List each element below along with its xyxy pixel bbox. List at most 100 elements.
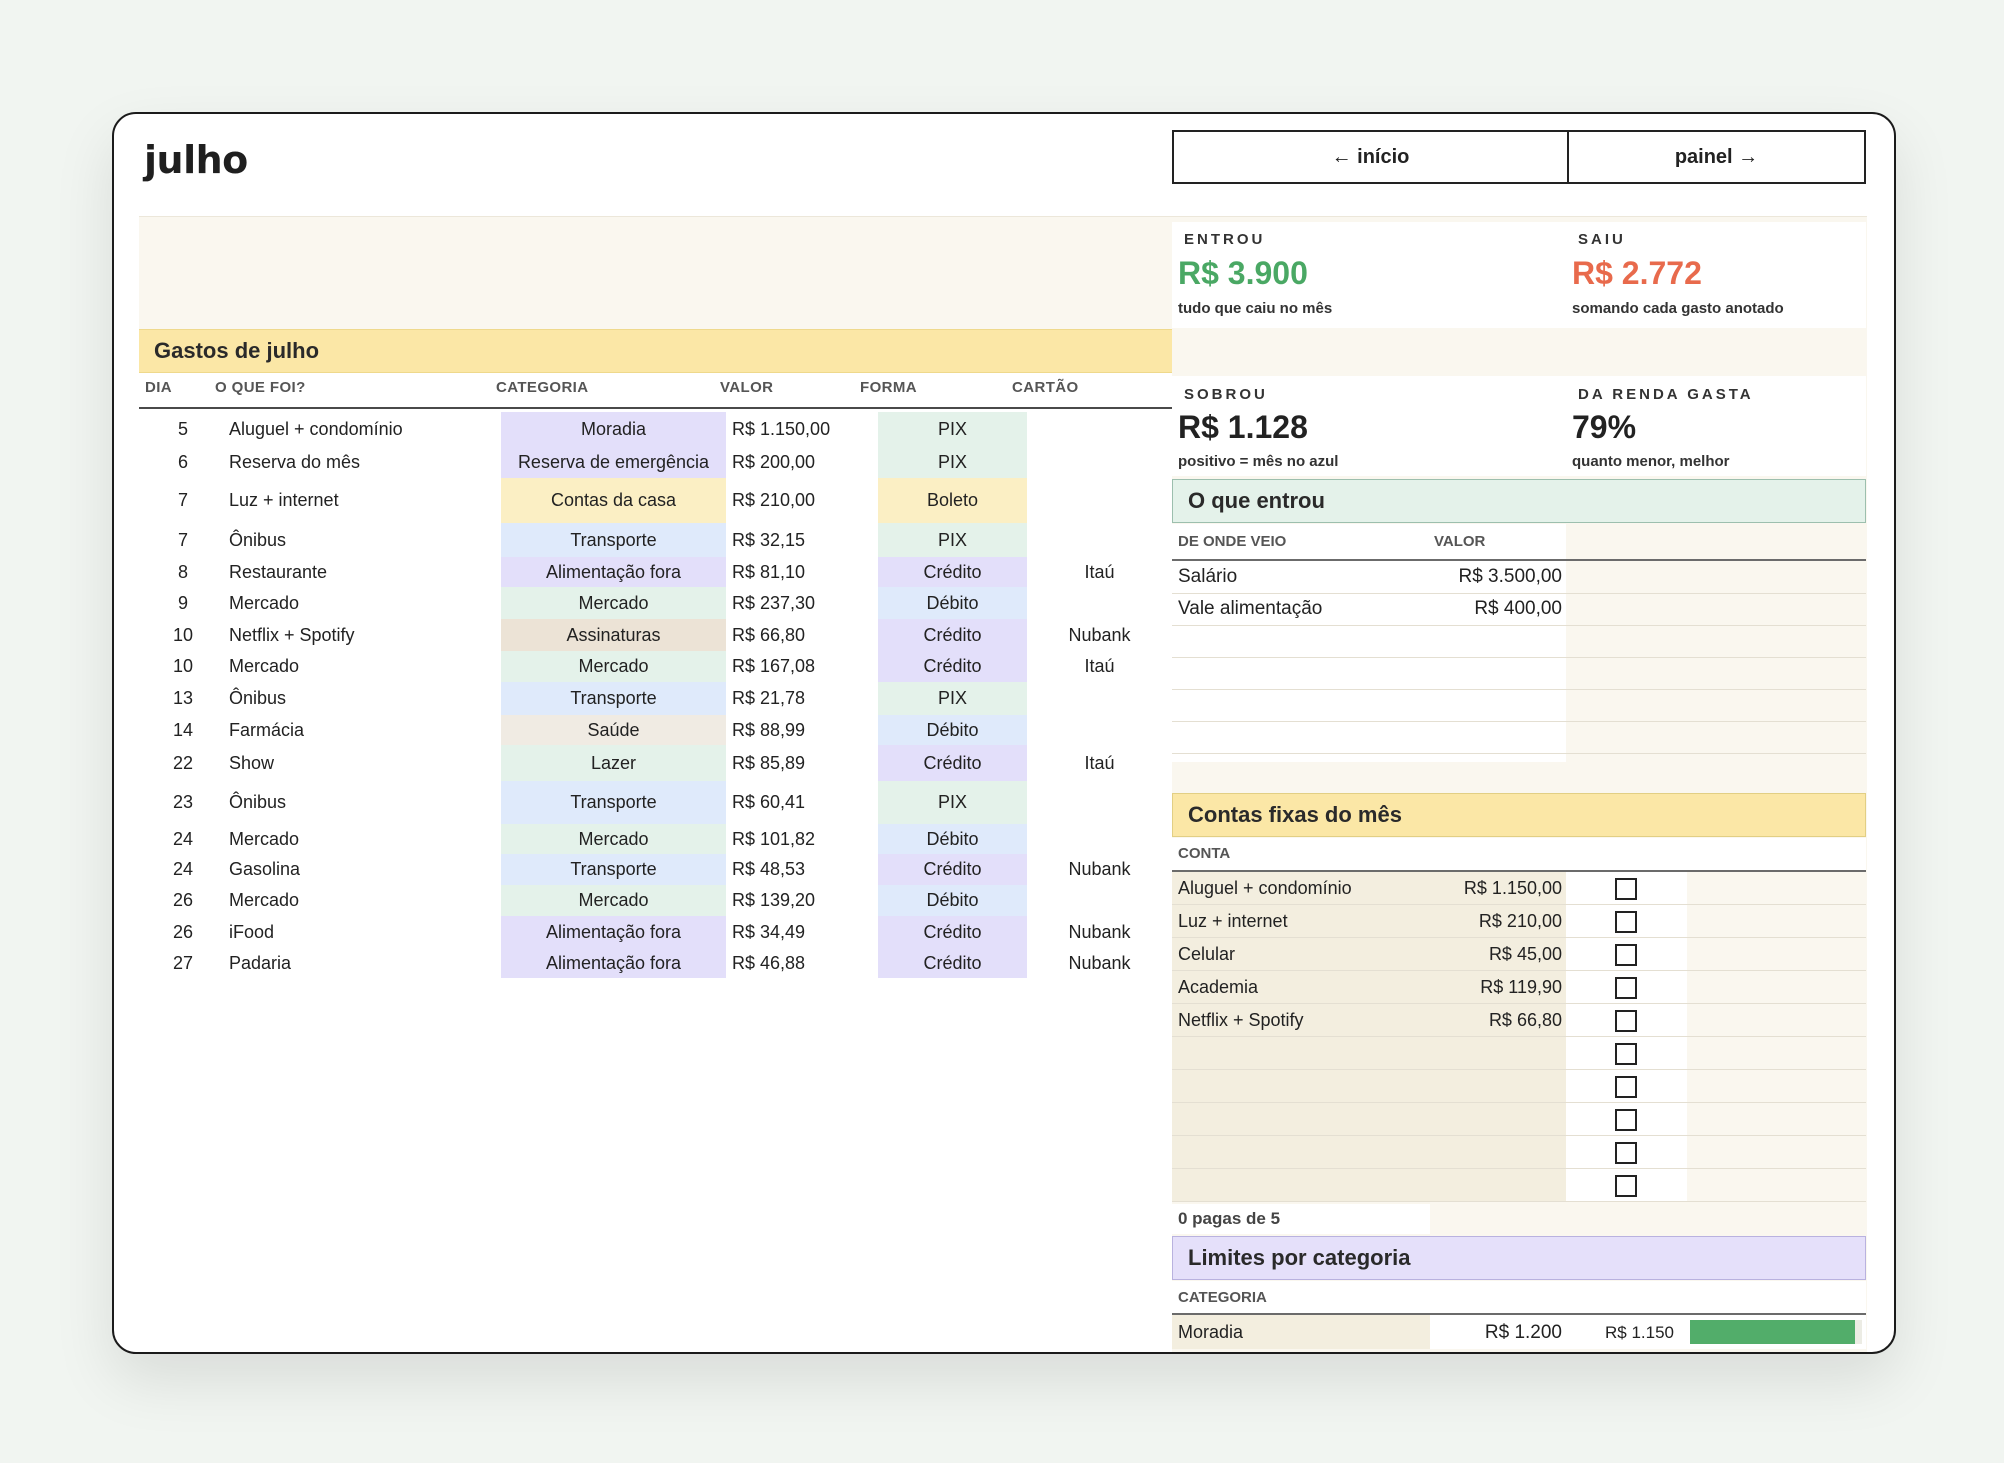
expense-form[interactable]: PIX xyxy=(878,523,1027,557)
paid-checkbox[interactable] xyxy=(1615,1175,1637,1197)
expense-category[interactable]: Transporte xyxy=(501,854,726,885)
expense-day[interactable]: 10 xyxy=(139,619,227,651)
expense-card[interactable] xyxy=(1027,523,1172,557)
paid-checkbox[interactable] xyxy=(1615,944,1637,966)
expense-card[interactable] xyxy=(1027,824,1172,854)
expense-form[interactable]: Boleto xyxy=(878,478,1027,523)
expense-value[interactable]: R$ 88,99 xyxy=(726,715,863,745)
paid-checkbox[interactable] xyxy=(1615,1043,1637,1065)
expense-description[interactable]: Padaria xyxy=(227,948,501,978)
fixed-bill-value[interactable]: R$ 210,00 xyxy=(1172,905,1562,938)
expense-value[interactable]: R$ 48,53 xyxy=(726,854,863,885)
expense-card[interactable] xyxy=(1027,682,1172,715)
expense-value[interactable]: R$ 1.150,00 xyxy=(726,412,863,447)
expense-category[interactable]: Mercado xyxy=(501,885,726,916)
expense-day[interactable]: 27 xyxy=(139,948,227,978)
expense-form[interactable]: Crédito xyxy=(878,557,1027,587)
expense-day[interactable]: 26 xyxy=(139,885,227,916)
paid-checkbox[interactable] xyxy=(1615,977,1637,999)
expense-category[interactable]: Transporte xyxy=(501,781,726,824)
expense-value[interactable]: R$ 139,20 xyxy=(726,885,863,916)
expense-card[interactable]: Nubank xyxy=(1027,619,1172,651)
expense-description[interactable]: Netflix + Spotify xyxy=(227,619,501,651)
expense-card[interactable] xyxy=(1027,781,1172,824)
expense-form[interactable]: PIX xyxy=(878,412,1027,447)
fixed-bill-value[interactable]: R$ 1.150,00 xyxy=(1172,872,1562,905)
expense-form[interactable]: Crédito xyxy=(878,651,1027,682)
expense-category[interactable]: Reserva de emergência xyxy=(501,447,726,478)
expense-category[interactable]: Mercado xyxy=(501,824,726,854)
expense-description[interactable]: Mercado xyxy=(227,587,501,619)
paid-checkbox[interactable] xyxy=(1615,1142,1637,1164)
expense-day[interactable]: 9 xyxy=(139,587,227,619)
expense-card[interactable] xyxy=(1027,447,1172,478)
expense-form[interactable]: Crédito xyxy=(878,916,1027,948)
expense-description[interactable]: Luz + internet xyxy=(227,478,501,523)
expense-value[interactable]: R$ 101,82 xyxy=(726,824,863,854)
expense-category[interactable]: Mercado xyxy=(501,587,726,619)
paid-checkbox[interactable] xyxy=(1615,1076,1637,1098)
expense-category[interactable]: Transporte xyxy=(501,523,726,557)
expense-description[interactable]: Farmácia xyxy=(227,715,501,745)
expense-form[interactable]: Débito xyxy=(878,715,1027,745)
expense-day[interactable]: 26 xyxy=(139,916,227,948)
limit-amount[interactable]: R$ 1.200 xyxy=(1430,1322,1562,1344)
expense-value[interactable]: R$ 85,89 xyxy=(726,745,863,781)
expense-category[interactable]: Alimentação fora xyxy=(501,557,726,587)
expense-category[interactable]: Alimentação fora xyxy=(501,948,726,978)
expense-day[interactable]: 14 xyxy=(139,715,227,745)
expense-card[interactable] xyxy=(1027,478,1172,523)
expense-card[interactable]: Itaú xyxy=(1027,557,1172,587)
expense-card[interactable]: Nubank xyxy=(1027,854,1172,885)
expense-card[interactable] xyxy=(1027,885,1172,916)
expense-form[interactable]: Crédito xyxy=(878,948,1027,978)
dashboard-button[interactable]: painel → xyxy=(1569,132,1864,182)
expense-value[interactable]: R$ 21,78 xyxy=(726,682,863,715)
expense-category[interactable]: Mercado xyxy=(501,651,726,682)
expense-value[interactable]: R$ 32,15 xyxy=(726,523,863,557)
expense-value[interactable]: R$ 210,00 xyxy=(726,478,863,523)
expense-form[interactable]: PIX xyxy=(878,447,1027,478)
fixed-bill-value[interactable]: R$ 66,80 xyxy=(1172,1004,1562,1037)
fixed-bill-value[interactable]: R$ 45,00 xyxy=(1172,938,1562,971)
expense-card[interactable]: Itaú xyxy=(1027,651,1172,682)
expense-form[interactable]: Débito xyxy=(878,824,1027,854)
paid-checkbox[interactable] xyxy=(1615,911,1637,933)
expense-day[interactable]: 24 xyxy=(139,824,227,854)
expense-description[interactable]: Mercado xyxy=(227,885,501,916)
expense-form[interactable]: Crédito xyxy=(878,619,1027,651)
paid-checkbox[interactable] xyxy=(1615,1109,1637,1131)
expense-day[interactable]: 22 xyxy=(139,745,227,781)
expense-description[interactable]: Ônibus xyxy=(227,523,501,557)
expense-value[interactable]: R$ 60,41 xyxy=(726,781,863,824)
expense-value[interactable]: R$ 237,30 xyxy=(726,587,863,619)
expense-day[interactable]: 23 xyxy=(139,781,227,824)
expense-day[interactable]: 8 xyxy=(139,557,227,587)
back-to-start-button[interactable]: ← início xyxy=(1174,132,1569,182)
expense-card[interactable]: Nubank xyxy=(1027,948,1172,978)
expense-category[interactable]: Transporte xyxy=(501,682,726,715)
expense-form[interactable]: PIX xyxy=(878,682,1027,715)
expense-value[interactable]: R$ 34,49 xyxy=(726,916,863,948)
income-value[interactable]: R$ 3.500,00 xyxy=(1172,561,1562,593)
expense-category[interactable]: Alimentação fora xyxy=(501,916,726,948)
expense-description[interactable]: Show xyxy=(227,745,501,781)
expense-description[interactable]: Ônibus xyxy=(227,781,501,824)
expense-description[interactable]: iFood xyxy=(227,916,501,948)
expense-value[interactable]: R$ 167,08 xyxy=(726,651,863,682)
expense-form[interactable]: Crédito xyxy=(878,745,1027,781)
expense-category[interactable]: Moradia xyxy=(501,412,726,447)
expense-form[interactable]: Débito xyxy=(878,885,1027,916)
expense-card[interactable] xyxy=(1027,715,1172,745)
expense-form[interactable]: Crédito xyxy=(878,854,1027,885)
expense-description[interactable]: Mercado xyxy=(227,651,501,682)
expense-category[interactable]: Contas da casa xyxy=(501,478,726,523)
expense-description[interactable]: Aluguel + condomínio xyxy=(227,412,501,447)
expense-value[interactable]: R$ 81,10 xyxy=(726,557,863,587)
expense-form[interactable]: Débito xyxy=(878,587,1027,619)
expense-day[interactable]: 5 xyxy=(139,412,227,447)
paid-checkbox[interactable] xyxy=(1615,1010,1637,1032)
expense-form[interactable]: PIX xyxy=(878,781,1027,824)
expense-card[interactable] xyxy=(1027,412,1172,447)
expense-day[interactable]: 24 xyxy=(139,854,227,885)
